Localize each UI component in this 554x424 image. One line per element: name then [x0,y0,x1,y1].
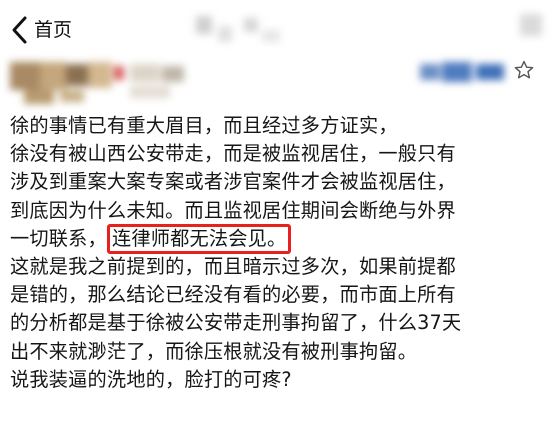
post-line: 一切联系， 连律师都无法会见。 [10,223,550,254]
post-line: 涉及到重案大案专案或者涉官案件才会被监视居住， [10,170,456,194]
chevron-left-icon [12,16,27,44]
post-line: 这就是我之前提到的，而且暗示过多次，如果前提都 [10,255,456,279]
post-line: 说我装逼的洗地的，脸打的可疼? [10,367,292,391]
post-line: 徐没有被山西公安带走，而是被监视居住，一般只有 [10,142,456,166]
post-line: 出不来就渺茫了，而徐压根就没有被刑事拘留。 [10,339,418,363]
blurred-nav-right [520,14,544,38]
star-outline-icon[interactable] [514,60,534,80]
back-label: 首页 [34,19,73,41]
blurred-badge [420,62,510,84]
post-line: 到底因为什么未知。而且监视居住期间会断绝与外界 [10,198,456,222]
blurred-user-info [10,62,210,106]
post-line: 的分析都是基于徐被公安带走刑事拘留了，什么37天 [10,311,462,335]
post-body: 徐的事情已有重大眉目，而且经过多方证实， 徐没有被山西公安带走，而是被监视居住，… [10,112,550,394]
post-line-prefix: 一切联系， [10,226,107,250]
navigation-bar: 首页 [0,0,554,58]
back-button[interactable]: 首页 [10,14,72,46]
highlighted-phrase: 连律师都无法会见。 [106,223,292,254]
post-line: 是错的，那么结论已经没有看的必要，而市面上所有 [10,283,456,307]
blurred-title [196,12,286,46]
post-line: 徐的事情已有重大眉目，而且经过多方证实， [10,114,398,137]
